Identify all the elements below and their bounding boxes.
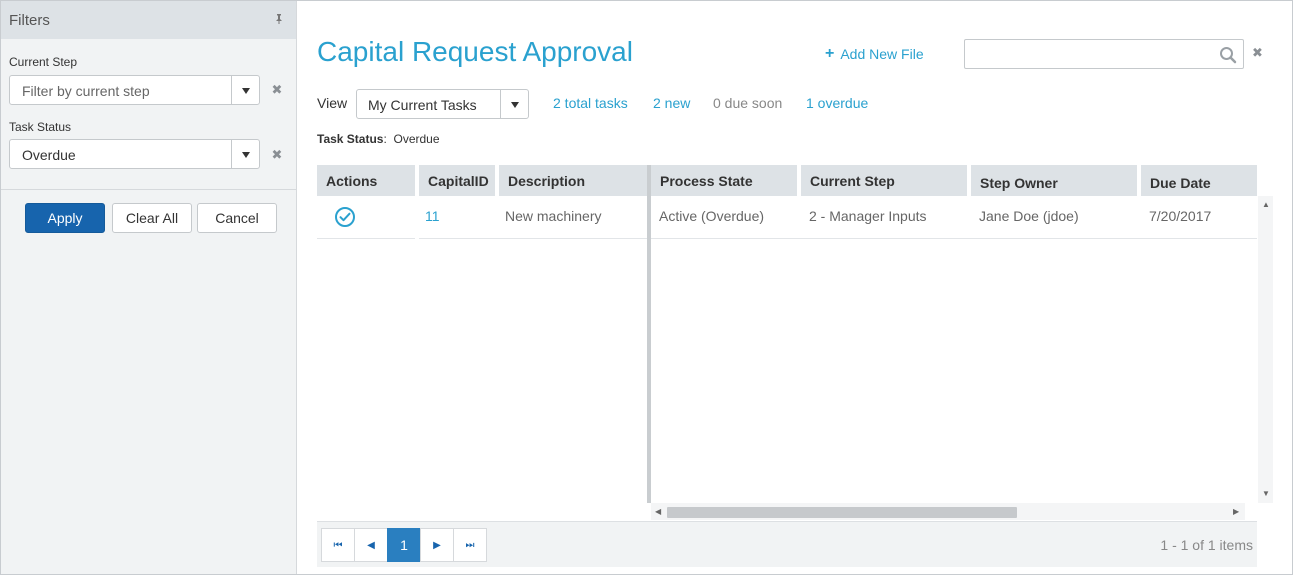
filters-header: Filters xyxy=(1,1,296,39)
cell-process-state: Active (Overdue) xyxy=(659,208,765,224)
current-step-label: Current Step xyxy=(9,55,78,69)
column-header-due-date[interactable]: Due Date xyxy=(1141,165,1257,196)
chevron-down-icon[interactable] xyxy=(242,88,250,94)
column-header-description[interactable]: Description xyxy=(499,165,647,196)
current-step-combobox[interactable]: Filter by current step xyxy=(9,75,260,105)
chevron-down-icon[interactable] xyxy=(511,102,519,108)
column-header-process-state[interactable]: Process State xyxy=(651,165,797,196)
prev-page-icon[interactable]: ◀ xyxy=(354,528,388,562)
pager-info: 1 - 1 of 1 items xyxy=(1160,537,1253,553)
cell-description: New machinery xyxy=(505,208,602,224)
column-header-capitalid[interactable]: CapitalID xyxy=(419,165,495,196)
task-status-combobox[interactable]: Overdue xyxy=(9,139,260,169)
column-header-actions[interactable]: Actions xyxy=(317,165,415,196)
filter-summary-label: Task Status xyxy=(317,132,384,146)
close-icon[interactable]: ✖ xyxy=(270,82,284,98)
divider xyxy=(1,189,297,190)
next-page-icon[interactable]: ▶ xyxy=(420,528,454,562)
page-button-current[interactable]: 1 xyxy=(387,528,421,562)
cell-current-step: 2 - Manager Inputs xyxy=(809,208,927,224)
close-icon[interactable]: ✖ xyxy=(1252,45,1263,61)
chevron-down-icon[interactable] xyxy=(242,152,250,158)
stat-new[interactable]: 2 new xyxy=(653,95,690,111)
scroll-left-icon[interactable]: ◀ xyxy=(655,507,661,516)
column-header-step-owner[interactable]: Step Owner xyxy=(971,165,1137,196)
scroll-right-icon[interactable]: ▶ xyxy=(1233,507,1239,516)
plus-icon: + xyxy=(825,45,835,62)
row-divider xyxy=(651,238,1257,239)
close-icon[interactable]: ✖ xyxy=(270,147,284,163)
active-filter-summary: Task Status: Overdue xyxy=(317,132,440,146)
stat-due-soon: 0 due soon xyxy=(713,95,783,111)
combo-separator xyxy=(231,140,232,168)
last-page-icon[interactable]: ⏭ xyxy=(453,528,487,562)
add-new-file-label: Add New File xyxy=(840,46,924,62)
cancel-button[interactable]: Cancel xyxy=(197,203,277,233)
row-divider xyxy=(419,238,647,239)
first-page-icon[interactable]: ⏮ xyxy=(321,528,355,562)
view-label: View xyxy=(317,95,348,111)
apply-button[interactable]: Apply xyxy=(25,203,105,233)
cell-capitalid[interactable]: 11 xyxy=(425,196,440,238)
current-step-placeholder: Filter by current step xyxy=(22,83,150,99)
tasks-grid: Actions CapitalID Description Process St… xyxy=(317,165,1273,567)
filter-summary-value: Overdue xyxy=(393,132,440,146)
stat-overdue[interactable]: 1 overdue xyxy=(806,95,868,111)
page-title: Capital Request Approval xyxy=(317,36,633,67)
filters-panel: Filters Current Step Filter by current s… xyxy=(1,1,297,574)
task-status-value: Overdue xyxy=(22,147,76,163)
search-input[interactable] xyxy=(964,39,1244,69)
vertical-scrollbar[interactable]: ▲ ▼ xyxy=(1258,196,1273,503)
search-icon[interactable] xyxy=(1219,46,1237,64)
combo-separator xyxy=(231,76,232,104)
cell-due-date: 7/20/2017 xyxy=(1149,208,1212,224)
stat-total-tasks[interactable]: 2 total tasks xyxy=(553,95,628,111)
check-circle-icon[interactable] xyxy=(334,206,356,228)
filters-title: Filters xyxy=(9,11,50,29)
clear-all-button[interactable]: Clear All xyxy=(112,203,192,233)
pin-icon[interactable] xyxy=(272,13,286,27)
locked-columns-divider[interactable] xyxy=(647,165,651,503)
combo-separator xyxy=(500,90,501,118)
row-divider xyxy=(317,238,415,239)
scroll-up-icon[interactable]: ▲ xyxy=(1262,200,1270,209)
horizontal-scroll-thumb[interactable] xyxy=(667,507,1017,518)
pager: ⏮ ◀ 1 ▶ ⏭ 1 - 1 of 1 items xyxy=(317,521,1257,567)
cell-step-owner: Jane Doe (jdoe) xyxy=(979,208,1079,224)
task-status-label: Task Status xyxy=(9,120,72,134)
view-selected: My Current Tasks xyxy=(368,97,477,113)
view-combobox[interactable]: My Current Tasks xyxy=(356,89,529,119)
horizontal-scrollbar[interactable]: ◀ ▶ xyxy=(651,503,1245,520)
scroll-down-icon[interactable]: ▼ xyxy=(1262,489,1270,498)
add-new-file-link[interactable]: + Add New File xyxy=(825,45,924,63)
column-header-current-step[interactable]: Current Step xyxy=(801,165,967,196)
